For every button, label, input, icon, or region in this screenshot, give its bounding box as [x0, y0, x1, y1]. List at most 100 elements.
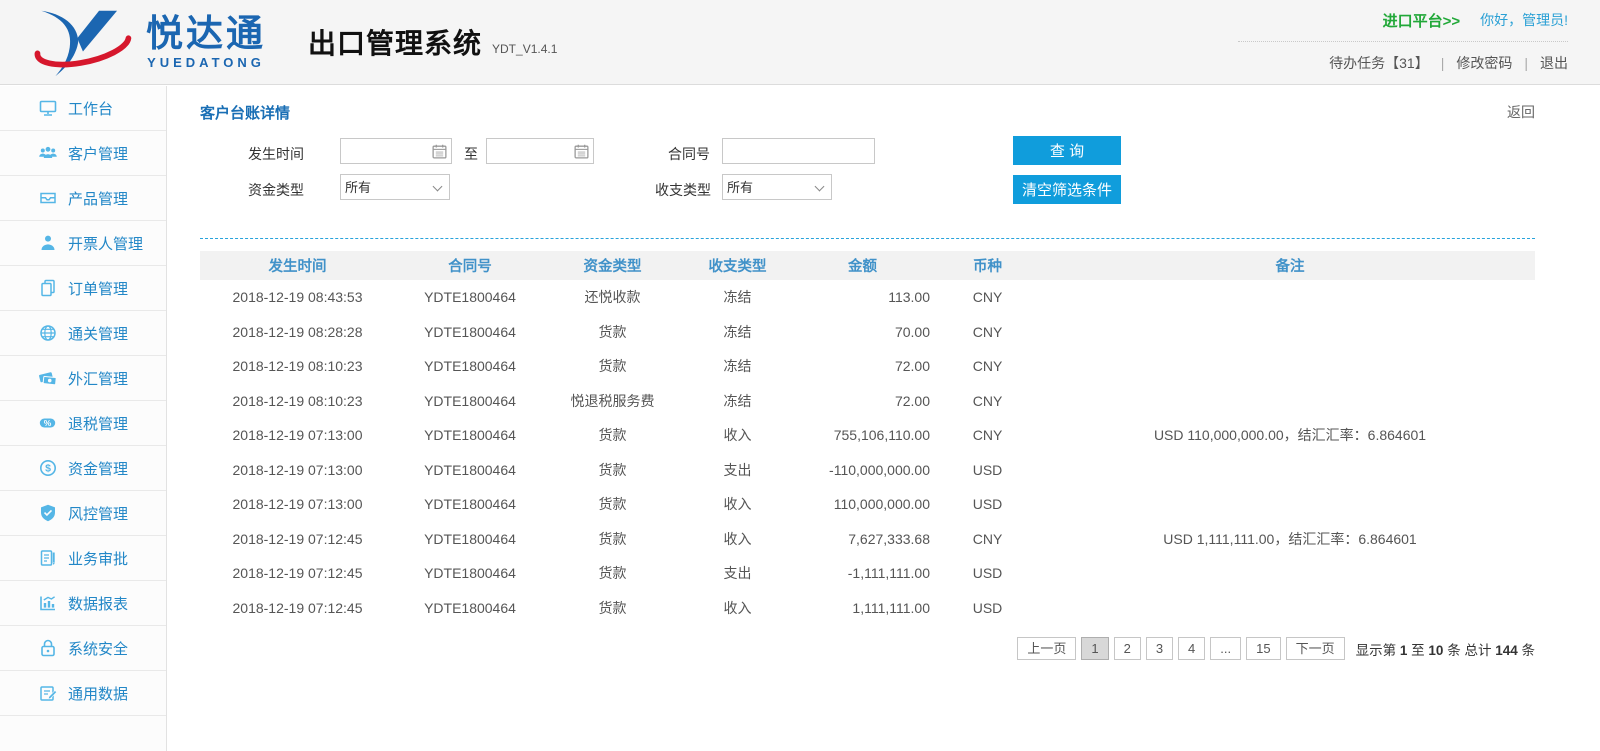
main-content: 客户台账详情 返回 发生时间 至 合同号 资金类型 所有 收支类型 所有: [168, 86, 1600, 751]
cell-flow-type: 支出: [680, 556, 795, 591]
sidebar-item-monitor[interactable]: 工作台: [0, 86, 166, 131]
logout-link[interactable]: 退出: [1540, 53, 1568, 73]
cell-remark: [1045, 556, 1535, 591]
calendar-icon[interactable]: [573, 143, 590, 160]
calendar-icon[interactable]: [431, 143, 448, 160]
cell-contract: YDTE1800464: [395, 487, 545, 522]
divider: |: [1441, 55, 1445, 71]
table-header-row: 发生时间合同号资金类型收支类型金额币种备注: [200, 251, 1535, 280]
table-row: 2018-12-19 08:10:23YDTE1800464悦退税服务费冻结72…: [200, 384, 1535, 419]
cell-amount: 70.00: [795, 315, 930, 350]
column-header: 备注: [1045, 251, 1535, 280]
svg-text:$: $: [45, 463, 51, 475]
dashed-divider: [200, 238, 1535, 239]
system-title: 出口管理系统: [308, 22, 482, 62]
page-button-1[interactable]: 1: [1081, 637, 1108, 660]
cell-remark: USD 110,000,000.00，结汇汇率：6.864601: [1045, 418, 1535, 453]
cell-flow-type: 冻结: [680, 349, 795, 384]
prev-page-button[interactable]: 上一页: [1017, 637, 1076, 660]
sidebar-item-reports[interactable]: 数据报表: [0, 581, 166, 626]
page-button-3[interactable]: 3: [1146, 637, 1173, 660]
cell-time: 2018-12-19 07:13:00: [200, 418, 395, 453]
svg-text:%: %: [44, 418, 52, 428]
cell-remark: [1045, 349, 1535, 384]
risk-icon: [38, 503, 58, 523]
date-from-input[interactable]: [341, 139, 427, 163]
yuedatong-logo: 悦达通 YUEDATONG: [28, 6, 266, 78]
next-page-button[interactable]: 下一页: [1286, 637, 1345, 660]
sidebar-item-customers[interactable]: 客户管理: [0, 131, 166, 176]
cell-time: 2018-12-19 08:28:28: [200, 315, 395, 350]
search-button[interactable]: 查 询: [1013, 136, 1121, 165]
flow-type-select[interactable]: 所有: [722, 174, 832, 200]
cell-time: 2018-12-19 07:12:45: [200, 556, 395, 591]
sidebar-item-tax-refund[interactable]: % 退税管理: [0, 401, 166, 446]
sidebar-item-label: 通用数据: [68, 683, 128, 704]
app-header: 悦达通 YUEDATONG 出口管理系统 YDT_V1.4.1 进口平台>> 你…: [0, 0, 1600, 85]
system-version: YDT_V1.4.1: [492, 42, 557, 56]
contract-no-input[interactable]: [722, 138, 875, 164]
cell-flow-type: 支出: [680, 453, 795, 488]
date-range-to-label: 至: [464, 144, 478, 164]
cell-fund-type: 货款: [545, 349, 680, 384]
cell-remark: [1045, 487, 1535, 522]
table-row: 2018-12-19 07:12:45YDTE1800464货款收入1,111,…: [200, 591, 1535, 626]
cell-flow-type: 收入: [680, 591, 795, 626]
customers-icon: [38, 143, 58, 163]
cell-flow-type: 收入: [680, 418, 795, 453]
cell-contract: YDTE1800464: [395, 591, 545, 626]
cell-time: 2018-12-19 07:12:45: [200, 591, 395, 626]
cell-time: 2018-12-19 07:13:00: [200, 487, 395, 522]
page-button-15[interactable]: 15: [1246, 637, 1280, 660]
cell-flow-type: 冻结: [680, 315, 795, 350]
cell-time: 2018-12-19 08:10:23: [200, 349, 395, 384]
date-to-input[interactable]: [487, 139, 569, 163]
sidebar-item-security[interactable]: 系统安全: [0, 626, 166, 671]
sidebar-item-label: 通关管理: [68, 323, 128, 344]
sidebar-item-risk[interactable]: 风控管理: [0, 491, 166, 536]
cell-currency: CNY: [930, 522, 1045, 557]
todo-tasks-link[interactable]: 待办任务【31】: [1329, 53, 1429, 73]
cell-flow-type: 收入: [680, 487, 795, 522]
cell-amount: 72.00: [795, 384, 930, 419]
table-row: 2018-12-19 08:28:28YDTE1800464货款冻结70.00C…: [200, 315, 1535, 350]
fund-type-select[interactable]: 所有: [340, 174, 450, 200]
cell-currency: USD: [930, 487, 1045, 522]
cell-contract: YDTE1800464: [395, 418, 545, 453]
logo-mark-icon: [28, 6, 136, 78]
import-platform-link[interactable]: 进口平台>>: [1383, 10, 1461, 31]
sidebar-item-orders[interactable]: 订单管理: [0, 266, 166, 311]
sidebar-item-label: 业务审批: [68, 548, 128, 569]
change-password-link[interactable]: 修改密码: [1456, 53, 1512, 73]
sidebar-item-label: 客户管理: [68, 143, 128, 164]
brand-name-cn: 悦达通: [146, 14, 266, 55]
sidebar-item-approval[interactable]: 业务审批: [0, 536, 166, 581]
cell-amount: 1,111,111.00: [795, 591, 930, 626]
cell-amount: 113.00: [795, 280, 930, 315]
cell-fund-type: 货款: [545, 556, 680, 591]
cell-fund-type: 悦退税服务费: [545, 384, 680, 419]
sidebar-item-customs[interactable]: 通关管理: [0, 311, 166, 356]
cell-flow-type: 冻结: [680, 384, 795, 419]
column-header: 发生时间: [200, 251, 395, 280]
cell-time: 2018-12-19 07:13:00: [200, 453, 395, 488]
table-row: 2018-12-19 07:13:00YDTE1800464货款收入110,00…: [200, 487, 1535, 522]
products-icon: [38, 188, 58, 208]
sidebar-item-label: 退税管理: [68, 413, 128, 434]
cell-contract: YDTE1800464: [395, 453, 545, 488]
cell-remark: [1045, 591, 1535, 626]
cell-currency: CNY: [930, 280, 1045, 315]
ellipsis-page-button[interactable]: ...: [1210, 637, 1241, 660]
sidebar-item-products[interactable]: 产品管理: [0, 176, 166, 221]
tax-refund-icon: %: [38, 413, 58, 433]
sidebar-item-forex[interactable]: 外汇管理: [0, 356, 166, 401]
sidebar-item-invoicer[interactable]: 开票人管理: [0, 221, 166, 266]
page-button-2[interactable]: 2: [1114, 637, 1141, 660]
cell-flow-type: 收入: [680, 522, 795, 557]
sidebar-item-common-data[interactable]: 通用数据: [0, 671, 166, 716]
back-link[interactable]: 返回: [1507, 102, 1535, 122]
page-button-4[interactable]: 4: [1178, 637, 1205, 660]
date-to-field: [486, 138, 594, 164]
clear-filters-button[interactable]: 清空筛选条件: [1013, 175, 1121, 204]
sidebar-item-funds[interactable]: $资金管理: [0, 446, 166, 491]
